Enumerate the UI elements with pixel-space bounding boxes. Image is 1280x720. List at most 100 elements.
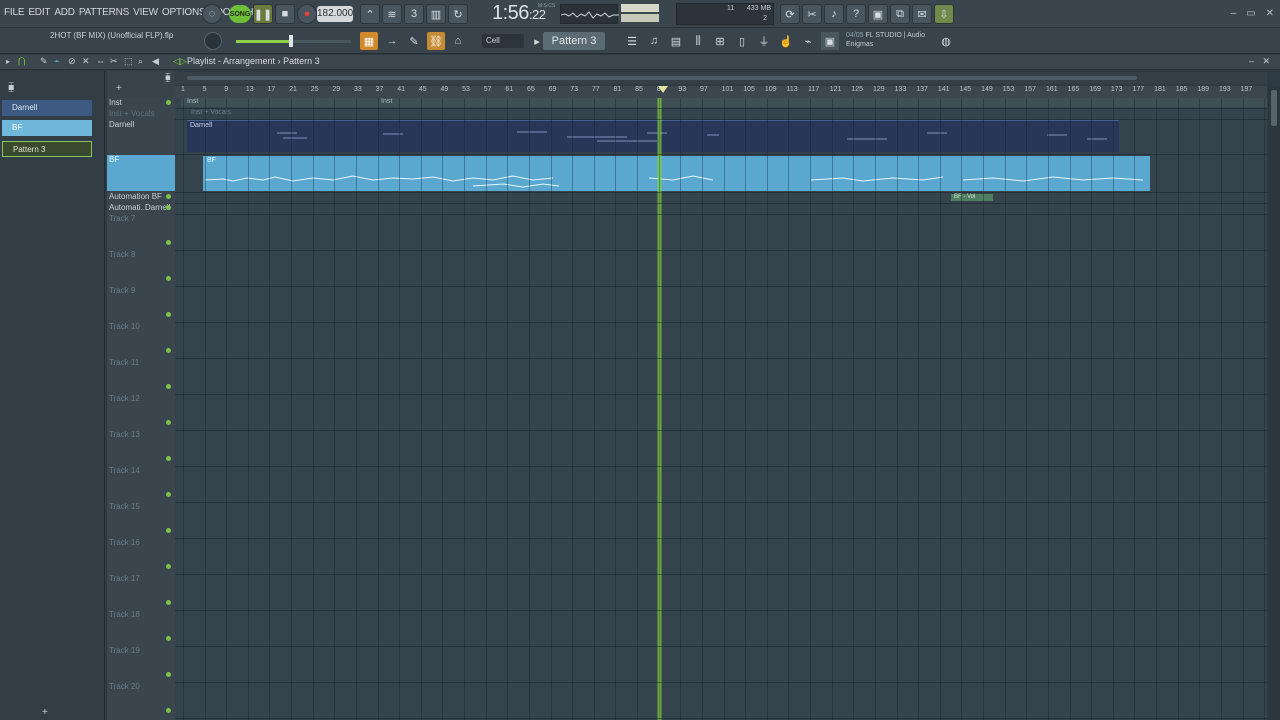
track-header[interactable]: Track 15	[107, 502, 175, 538]
track-header[interactable]: Track 16	[107, 538, 175, 574]
vertical-scroll-thumb[interactable]	[1271, 90, 1277, 126]
stop-button[interactable]: ■	[275, 4, 295, 24]
minimize-icon[interactable]: –	[1231, 8, 1237, 19]
browser-button[interactable]: ⊞	[711, 32, 729, 50]
mixer-view-button[interactable]: ⫼	[689, 32, 707, 50]
project-info-button[interactable]: ▯	[733, 32, 751, 50]
online-button[interactable]: ◍	[937, 32, 955, 50]
pencil-tool-icon[interactable]: ✎	[40, 56, 48, 67]
playback-tool-icon[interactable]: ◀	[152, 56, 159, 67]
news-button[interactable]: ▣	[821, 32, 839, 50]
vertical-scrollbar[interactable]	[1268, 86, 1280, 720]
snap-icon[interactable]: ⧯	[165, 72, 171, 83]
track-enable-dot[interactable]	[166, 240, 171, 245]
mute-tool-icon[interactable]: ✕	[82, 56, 90, 67]
track-header[interactable]: Inst	[107, 98, 175, 108]
remote-button[interactable]: ⌁	[799, 32, 817, 50]
download-button[interactable]: ⇩	[934, 4, 954, 24]
menu-add[interactable]: ADD	[54, 7, 75, 18]
track-header[interactable]: Track 11	[107, 358, 175, 394]
track-header[interactable]: Track 7	[107, 214, 175, 250]
track-enable-dot[interactable]	[166, 276, 171, 281]
track-enable-dot[interactable]	[166, 312, 171, 317]
pattern-item-bf[interactable]: BF	[2, 120, 92, 136]
tempo-display[interactable]: 182.000	[317, 6, 353, 22]
step-edit-button[interactable]: ▥	[426, 4, 446, 24]
link-button[interactable]: ⛓	[427, 32, 445, 50]
clip-darnell[interactable]: Darnell	[187, 120, 1119, 152]
draw-tool-button[interactable]: ✎	[405, 32, 423, 50]
record-button[interactable]: ●	[297, 4, 317, 24]
playlist-button[interactable]: ☰	[623, 32, 641, 50]
zoom-tool-icon[interactable]: ⌕	[138, 56, 143, 67]
track-header-selected[interactable]: BF	[107, 155, 175, 191]
track-enable-dot[interactable]	[166, 636, 171, 641]
pattern-song-toggle[interactable]: SONG	[229, 5, 251, 23]
track-enable-dot[interactable]	[166, 528, 171, 533]
track-header[interactable]: Track 13	[107, 430, 175, 466]
track-header[interactable]: Track 8	[107, 250, 175, 286]
track-enable-dot[interactable]	[166, 708, 171, 713]
timeline-ruler[interactable]: 1 5 9 13 17 21 25 29 33 37 41 45 49 53 57 61 65 69 73 77 81 8…	[175, 86, 1267, 98]
menu-patterns[interactable]: PATTERNS	[79, 7, 129, 18]
select-tool-icon[interactable]: ⬚	[124, 56, 133, 67]
track-header[interactable]: Track 18	[107, 610, 175, 646]
track-header[interactable]: Track 9	[107, 286, 175, 322]
playlist-mode-button[interactable]: ▦	[360, 32, 378, 50]
playlist-close-icon[interactable]: ✕	[1262, 56, 1270, 67]
plugin-picker-button[interactable]: ⏚	[755, 32, 773, 50]
track-header[interactable]: Track 19	[107, 646, 175, 682]
track-header[interactable]: Track 10	[107, 322, 175, 358]
pattern-item-pattern-3[interactable]: Pattern 3	[2, 141, 92, 157]
pattern-selector[interactable]: Pattern 3	[543, 32, 605, 50]
track-enable-dot[interactable]	[166, 672, 171, 677]
typing-keyboard-button[interactable]: ⌂	[449, 32, 467, 50]
track-header[interactable]: Track 17	[107, 574, 175, 610]
add-pattern-icon[interactable]: +	[42, 707, 48, 718]
track-header[interactable]: Automati..Darnell	[107, 203, 175, 213]
track-header[interactable]: Track 20	[107, 682, 175, 718]
track-enable-dot[interactable]	[166, 384, 171, 389]
master-pitch-knob[interactable]	[204, 32, 222, 50]
track-enable-dot[interactable]	[166, 456, 171, 461]
wait-input-button[interactable]: ≋	[382, 4, 402, 24]
touch-keyboard-button[interactable]: ☝	[777, 32, 795, 50]
metronome-button[interactable]: ⌃	[360, 4, 380, 24]
pattern-item-darnell[interactable]: Darnell	[2, 100, 92, 116]
paint-tool-icon[interactable]: ⌁	[54, 56, 59, 67]
menu-options[interactable]: OPTIONS	[162, 7, 206, 18]
save-button[interactable]: ▣	[868, 4, 888, 24]
picker-options-icon[interactable]: ⧯	[8, 82, 14, 93]
playlist-minimize-icon[interactable]: –	[1249, 56, 1254, 66]
track-enable-dot[interactable]	[166, 492, 171, 497]
horizontal-scroll-thumb[interactable]	[187, 76, 1137, 80]
playhead-marker[interactable]	[658, 86, 668, 93]
pause-button[interactable]: ❚❚	[253, 4, 273, 24]
arrow-tool-button[interactable]: →	[383, 32, 401, 50]
countdown-button[interactable]: 3	[404, 4, 424, 24]
slip-tool-icon[interactable]: ⇔	[96, 56, 105, 66]
undo-history-button[interactable]: ⟳	[780, 4, 800, 24]
menu-edit[interactable]: EDIT	[28, 7, 50, 18]
channel-rack-button[interactable]: ▤	[667, 32, 685, 50]
record-audio-button[interactable]: ♪	[824, 4, 844, 24]
playlist-menu-icon[interactable]: ▸	[6, 57, 10, 66]
track-enable-dot[interactable]	[166, 100, 171, 105]
arrangement-grid[interactable]: Inst Inst Inst + Vocals Darnell BF BF - …	[175, 98, 1267, 720]
track-enable-dot[interactable]	[166, 420, 171, 425]
maximize-icon[interactable]: ▭	[1246, 8, 1255, 19]
track-header[interactable]: Darnell	[107, 120, 175, 154]
menu-view[interactable]: VIEW	[133, 7, 158, 18]
piano-roll-button[interactable]: ♫	[645, 32, 663, 50]
slice-tool-icon[interactable]: ✂	[110, 56, 118, 67]
magnet-icon[interactable]: ⋂	[18, 56, 25, 67]
delete-tool-icon[interactable]: ⊘	[68, 56, 76, 67]
chat-button[interactable]: ✉	[912, 4, 932, 24]
track-header[interactable]: Track 14	[107, 466, 175, 502]
song-position-knob[interactable]: ◌	[202, 4, 222, 24]
mixer-button[interactable]: ⧉	[890, 4, 910, 24]
track-header[interactable]: Inst + Vocals	[107, 109, 175, 119]
snap-selector[interactable]: Cell	[482, 34, 524, 48]
menu-file[interactable]: FILE	[4, 7, 25, 18]
track-header[interactable]: Automation BF	[107, 192, 175, 202]
